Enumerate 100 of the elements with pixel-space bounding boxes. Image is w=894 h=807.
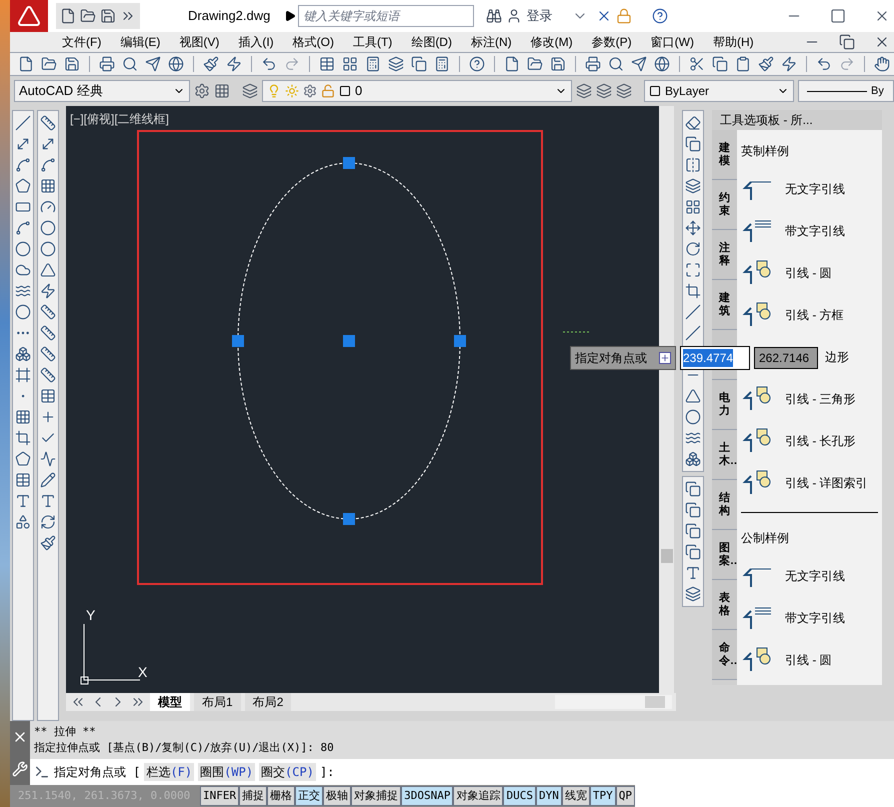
menu-item[interactable]: 插入(I) — [238, 33, 274, 51]
status-toggle[interactable]: 3DOSNAP — [401, 786, 454, 806]
layout-tab[interactable]: 布局1 — [194, 693, 241, 711]
menu-item[interactable]: 标注(N) — [470, 33, 512, 51]
arc-icon[interactable] — [15, 220, 31, 236]
globe-icon[interactable] — [654, 56, 670, 72]
calculator-icon[interactable] — [365, 56, 381, 72]
calculator-icon[interactable] — [434, 56, 450, 72]
new-file-icon[interactable] — [504, 56, 520, 72]
save-icon[interactable] — [100, 8, 116, 24]
grid-icon[interactable] — [214, 83, 230, 99]
palette-item[interactable]: 引线 - 长孔形 — [741, 420, 878, 462]
undo-icon[interactable] — [816, 56, 832, 72]
gauge-icon[interactable] — [40, 199, 56, 215]
angle-input-tooltip[interactable]: 262.7146 — [754, 347, 818, 369]
stack-icon[interactable] — [685, 523, 701, 539]
layers-icon[interactable] — [685, 178, 701, 194]
table-icon[interactable] — [15, 472, 31, 488]
layers-icon[interactable] — [616, 83, 632, 99]
palette-tab[interactable]: 注释 — [712, 230, 737, 280]
app-logo[interactable] — [10, 0, 48, 32]
stack-icon[interactable] — [685, 481, 701, 497]
palette-item[interactable]: 引线 - 三角形 — [741, 378, 878, 420]
help-icon[interactable] — [469, 56, 485, 72]
help-icon[interactable] — [652, 8, 668, 24]
lightning-icon[interactable] — [226, 56, 242, 72]
layout-tab[interactable]: 模型 — [150, 693, 190, 711]
mirror-icon[interactable] — [685, 157, 701, 173]
brush-icon[interactable] — [40, 535, 56, 551]
palette-item[interactable]: 无文字引线 — [741, 168, 878, 210]
menu-item[interactable]: 帮助(H) — [712, 33, 754, 51]
eraser-icon[interactable] — [685, 115, 701, 131]
status-toggle[interactable]: 对象追踪 — [453, 786, 504, 806]
search-field[interactable]: 键入关键字或短语 — [298, 5, 474, 27]
status-toggle[interactable]: 正交 — [295, 786, 324, 806]
ruler-icon[interactable] — [40, 346, 56, 362]
menu-item[interactable]: 窗口(W) — [650, 33, 694, 51]
status-toggle[interactable]: TPY — [590, 786, 616, 806]
ruler-icon[interactable] — [40, 304, 56, 320]
command-option[interactable]: 栏选(F) — [144, 763, 194, 781]
clipboard-icon[interactable] — [735, 56, 751, 72]
menu-item[interactable]: 参数(P) — [592, 33, 632, 51]
stack-icon[interactable] — [685, 502, 701, 518]
palette-item[interactable]: 引线 - 圆 — [741, 252, 878, 294]
brush-icon[interactable] — [203, 56, 219, 72]
menu-item[interactable]: 格式(O) — [292, 33, 334, 51]
copy-icon[interactable] — [712, 56, 728, 72]
palette-tab[interactable]: 结构 — [712, 480, 737, 530]
viewport-label[interactable]: [−][俯视][二维线框] — [70, 110, 170, 128]
circle-icon[interactable] — [15, 241, 31, 257]
layout-tab[interactable]: 布局2 — [244, 693, 292, 711]
text-icon[interactable] — [15, 493, 31, 509]
grip-handle[interactable] — [454, 335, 466, 347]
ruler-icon[interactable] — [40, 367, 56, 383]
status-toggle[interactable]: 线宽 — [562, 786, 590, 806]
new-file-icon[interactable] — [18, 56, 34, 72]
layers-icon[interactable] — [388, 56, 404, 72]
scissors-icon[interactable] — [689, 56, 705, 72]
palette-item[interactable]: 无文字引线 — [741, 555, 878, 597]
palette-item[interactable]: 引线 - 方框 — [741, 294, 878, 336]
menu-item[interactable]: 工具(T) — [352, 33, 392, 51]
shapes-icon[interactable] — [15, 514, 31, 530]
double-arrow-icon[interactable] — [15, 136, 31, 152]
status-toggle[interactable]: 对象捕捉 — [351, 786, 402, 806]
pentagon-icon[interactable] — [15, 178, 31, 194]
diagonal-icon[interactable] — [40, 136, 56, 152]
grip-handle[interactable] — [343, 335, 355, 347]
grip-handle[interactable] — [343, 513, 355, 525]
table-icon[interactable] — [319, 56, 335, 72]
text-icon[interactable] — [685, 565, 701, 581]
block-icon[interactable] — [15, 346, 31, 362]
open-folder-icon[interactable] — [80, 8, 96, 24]
layers-icon[interactable] — [576, 83, 592, 99]
layers-icon[interactable] — [596, 83, 612, 99]
layer-dropdown[interactable]: 0 — [262, 80, 572, 102]
refresh-icon[interactable] — [40, 514, 56, 530]
palette-tab[interactable]: 电力 — [712, 380, 737, 430]
save-icon[interactable] — [64, 56, 80, 72]
hatch-icon[interactable] — [15, 409, 31, 425]
lightning-icon[interactable] — [40, 283, 56, 299]
menu-item[interactable]: 文件(F) — [62, 33, 102, 51]
status-toggle[interactable]: 极轴 — [323, 786, 352, 806]
login-link[interactable]: 登录 — [526, 6, 552, 26]
layers-icon[interactable] — [685, 586, 701, 602]
menu-item[interactable]: 编辑(E) — [120, 33, 160, 51]
palette-tab[interactable]: 表格 — [712, 580, 737, 630]
layers-icon[interactable] — [242, 83, 258, 99]
lightning-icon[interactable] — [781, 56, 797, 72]
undo-icon[interactable] — [261, 56, 277, 72]
palette-item[interactable]: 带文字引线 — [741, 597, 878, 639]
status-toggle[interactable]: DYN — [536, 786, 562, 806]
menu-item[interactable]: 视图(V) — [179, 33, 220, 51]
palette-item[interactable]: 引线 - 详图索引 — [741, 462, 878, 504]
restore-icon[interactable] — [839, 34, 855, 50]
cloud-icon[interactable] — [15, 262, 31, 278]
length-input-tooltip[interactable]: 239.4774 — [680, 346, 750, 370]
ruler-icon[interactable] — [40, 115, 56, 131]
status-toggle[interactable]: 栅格 — [267, 786, 296, 806]
new-file-icon[interactable] — [60, 8, 76, 24]
rotate-icon[interactable] — [685, 241, 701, 257]
